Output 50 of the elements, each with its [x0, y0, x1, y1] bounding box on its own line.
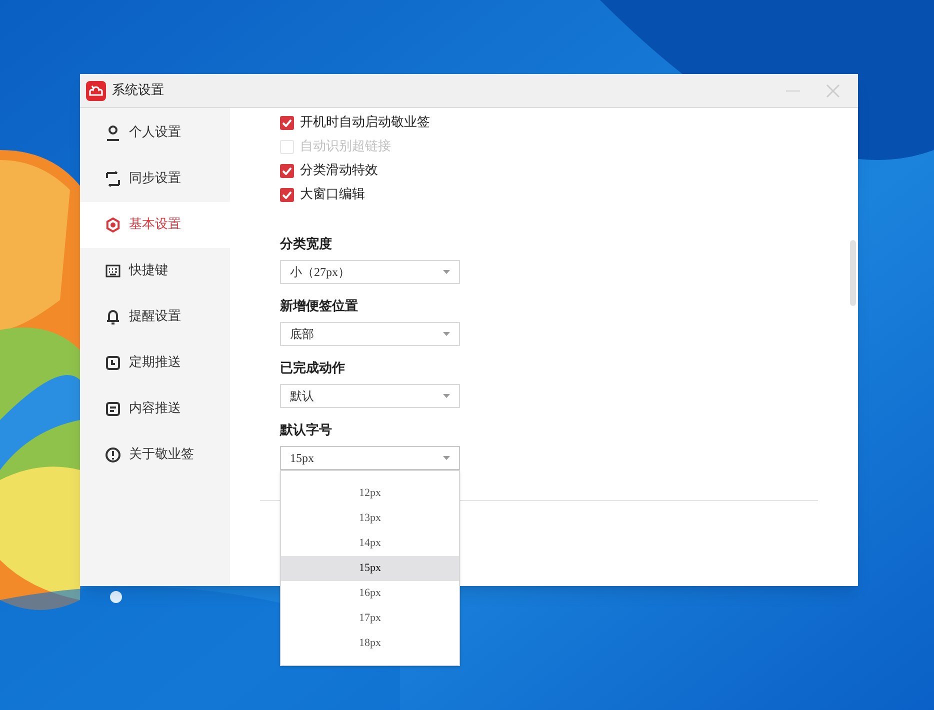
field-label: 分类宽度 [280, 236, 333, 254]
checkbox-label: 自动识别超链接 [300, 138, 391, 156]
info-icon [105, 447, 121, 463]
dropdown-option[interactable]: 15px [281, 556, 459, 581]
app-logo-icon [86, 80, 106, 100]
checkmark-icon [282, 119, 292, 127]
field-label: 新增便签位置 [280, 298, 359, 316]
sidebar-item[interactable]: 基本设置 [80, 202, 230, 248]
minimize-icon [786, 90, 800, 92]
checkbox-label: 大窗口编辑 [300, 186, 365, 204]
close-icon [826, 84, 840, 98]
checkbox-label: 分类滑动特效 [300, 162, 378, 180]
dropdown-option[interactable]: 13px [281, 506, 459, 531]
checkmark-icon [282, 191, 292, 199]
select-field[interactable]: 小（27px） [280, 260, 460, 284]
bell-icon [105, 309, 121, 325]
sidebar-item[interactable]: 提醒设置 [80, 294, 230, 340]
caret-icon [443, 332, 450, 336]
document-icon [105, 401, 121, 417]
sidebar-item[interactable]: 内容推送 [80, 386, 230, 432]
keyboard-icon [105, 263, 121, 279]
dropdown-option[interactable]: 16px [281, 581, 459, 606]
clock-icon [105, 355, 121, 371]
person-icon [105, 125, 121, 141]
caret-icon [443, 394, 450, 398]
sidebar-item[interactable]: 个人设置 [80, 110, 230, 156]
select-field[interactable]: 底部 [280, 322, 460, 346]
caret-icon [443, 270, 450, 274]
dropdown-option[interactable]: 17px [281, 606, 459, 631]
checkbox-label: 开机时自动启动敬业签 [300, 114, 430, 132]
field-label: 已完成动作 [280, 360, 346, 378]
checkbox[interactable] [280, 188, 294, 202]
checkbox[interactable] [280, 116, 294, 130]
dropdown-option[interactable]: 18px [281, 631, 459, 656]
sync-icon [105, 171, 121, 187]
checkbox[interactable] [280, 164, 294, 178]
sidebar-item[interactable]: 快捷键 [80, 248, 230, 294]
window-title: 系统设置 [112, 82, 164, 100]
select-field[interactable]: 默认 [280, 384, 460, 408]
dropdown-option[interactable]: 14px [281, 531, 459, 556]
select-field[interactable]: 15px [280, 446, 460, 470]
caret-icon [443, 456, 450, 460]
sidebar-item[interactable]: 同步设置 [80, 156, 230, 202]
gear-icon [105, 217, 121, 233]
dropdown-option[interactable]: 12px [281, 481, 459, 506]
checkmark-icon [282, 167, 292, 175]
scrollbar [850, 240, 856, 306]
sidebar-item[interactable]: 关于敬业签 [80, 432, 230, 478]
field-label: 默认字号 [280, 422, 333, 440]
sidebar-item[interactable]: 定期推送 [80, 340, 230, 386]
